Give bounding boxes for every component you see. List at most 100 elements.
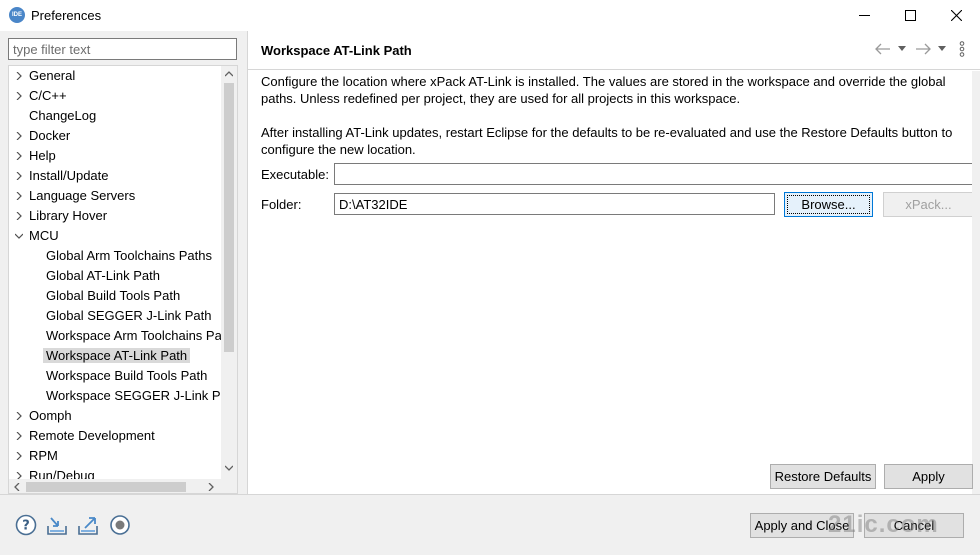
folder-label: Folder: xyxy=(261,197,302,212)
tree-item[interactable]: Workspace Arm Toolchains Pa xyxy=(46,326,222,346)
tree-vertical-scrollbar[interactable] xyxy=(221,66,237,479)
scrollbar-corner xyxy=(222,479,237,493)
tree-item[interactable]: General xyxy=(16,66,76,86)
tree-item-label: Workspace AT-Link Path xyxy=(43,348,191,363)
help-icon[interactable]: ? xyxy=(15,514,37,536)
bottom-separator xyxy=(0,494,980,495)
close-button[interactable] xyxy=(934,0,980,31)
forward-arrow-icon[interactable] xyxy=(915,43,931,55)
chevron-right-icon[interactable] xyxy=(15,172,23,180)
svg-text:?: ? xyxy=(22,519,30,534)
close-icon xyxy=(951,10,962,21)
tree-item-label: Global Arm Toolchains Paths xyxy=(46,248,212,263)
tree-item-label: Oomph xyxy=(29,408,72,423)
tree-item[interactable]: Workspace AT-Link Path xyxy=(43,346,191,366)
chevron-right-icon[interactable] xyxy=(15,132,23,140)
tree-item-label: C/C++ xyxy=(29,88,67,103)
vertical-dots-menu-icon[interactable] xyxy=(959,41,965,57)
tree-item[interactable]: Global Build Tools Path xyxy=(46,286,180,306)
tree-item-label: Global AT-Link Path xyxy=(46,268,160,283)
page-title: Workspace AT-Link Path xyxy=(261,43,412,58)
folder-field[interactable] xyxy=(334,193,775,215)
scroll-down-icon[interactable] xyxy=(225,465,233,471)
tree-item[interactable]: Run/Debug xyxy=(16,466,95,479)
tree-item-label: RPM xyxy=(29,448,58,463)
tree-item[interactable]: ChangeLog xyxy=(29,106,96,126)
chevron-right-icon[interactable] xyxy=(15,432,23,440)
tree-item[interactable]: Help xyxy=(16,146,56,166)
browse-button[interactable]: Browse... xyxy=(784,192,873,217)
chevron-right-icon[interactable] xyxy=(15,72,23,80)
tree-item-label: Global SEGGER J-Link Path xyxy=(46,308,212,323)
title-bar: IDE Preferences xyxy=(0,0,980,31)
maximize-icon xyxy=(905,10,916,21)
app-logo-icon: IDE xyxy=(9,7,25,23)
tree-item[interactable]: Workspace SEGGER J-Link Pat xyxy=(46,386,222,406)
tree-item[interactable]: Remote Development xyxy=(16,426,155,446)
scroll-up-icon[interactable] xyxy=(225,71,233,77)
apply-and-close-button[interactable]: Apply and Close xyxy=(750,513,854,538)
record-icon[interactable] xyxy=(109,514,131,536)
chevron-right-icon[interactable] xyxy=(15,152,23,160)
scroll-right-icon[interactable] xyxy=(208,483,214,491)
tree-item[interactable]: Global SEGGER J-Link Path xyxy=(46,306,211,326)
filter-input[interactable] xyxy=(8,38,237,60)
chevron-right-icon[interactable] xyxy=(15,212,23,220)
window-title: Preferences xyxy=(31,8,102,23)
scrollbar-thumb[interactable] xyxy=(26,482,186,492)
tree-item[interactable]: Install/Update xyxy=(16,166,109,186)
tree-item-label: MCU xyxy=(29,228,59,243)
tree-item[interactable]: Global Arm Toolchains Paths xyxy=(46,246,212,266)
tree-item[interactable]: Docker xyxy=(16,126,71,146)
apply-button[interactable]: Apply xyxy=(884,464,973,489)
tree-item[interactable]: Global AT-Link Path xyxy=(46,266,160,286)
chevron-right-icon[interactable] xyxy=(15,412,23,420)
tree-item-label: Workspace Build Tools Path xyxy=(46,368,208,383)
tree-horizontal-scrollbar[interactable] xyxy=(9,479,222,493)
maximize-button[interactable] xyxy=(888,0,934,31)
tree-item[interactable]: Oomph xyxy=(16,406,72,426)
tree-item[interactable]: C/C++ xyxy=(16,86,67,106)
minimize-button[interactable] xyxy=(842,0,888,31)
export-icon[interactable] xyxy=(77,514,99,536)
chevron-right-icon[interactable] xyxy=(15,472,23,479)
description-location: Configure the location where xPack AT-Li… xyxy=(261,74,946,106)
scrollbar-thumb[interactable] xyxy=(224,83,234,352)
tree-item-label: Language Servers xyxy=(29,188,136,203)
tree-item[interactable]: Language Servers xyxy=(16,186,136,206)
import-icon[interactable] xyxy=(46,514,68,536)
executable-field[interactable] xyxy=(334,163,974,185)
tree-item-label: Run/Debug xyxy=(29,468,95,479)
chevron-down-icon[interactable] xyxy=(15,232,23,240)
scroll-left-icon[interactable] xyxy=(14,483,20,491)
tree-item-label: Workspace SEGGER J-Link Pat xyxy=(46,388,222,403)
cancel-button[interactable]: Cancel xyxy=(864,513,964,538)
description-restart: After installing AT-Link updates, restar… xyxy=(261,125,953,157)
preferences-tree[interactable]: General C/C++ ChangeLog Docker Help Install/U… xyxy=(8,65,238,494)
tree-item-label: Docker xyxy=(29,128,71,143)
preference-page: Workspace AT-Link Path Configure the loc… xyxy=(247,31,980,494)
tree-item-label: General xyxy=(29,68,76,83)
tree-item[interactable]: RPM xyxy=(16,446,58,466)
tree-item-label: Workspace Arm Toolchains Pa xyxy=(46,328,222,343)
page-vertical-scrollbar[interactable] xyxy=(972,71,980,494)
minimize-icon xyxy=(859,15,870,16)
restore-defaults-button[interactable]: Restore Defaults xyxy=(770,464,876,489)
tree-item[interactable]: MCU xyxy=(15,226,59,246)
tree-list: General C/C++ ChangeLog Docker Help Install/U… xyxy=(9,66,222,479)
chevron-right-icon[interactable] xyxy=(15,192,23,200)
tree-item[interactable]: Workspace Build Tools Path xyxy=(46,366,207,386)
chevron-down-icon[interactable] xyxy=(938,46,946,52)
chevron-right-icon[interactable] xyxy=(15,92,23,100)
tree-item-label: ChangeLog xyxy=(29,108,97,123)
back-arrow-icon[interactable] xyxy=(875,43,891,55)
chevron-right-icon[interactable] xyxy=(15,452,23,460)
executable-label: Executable: xyxy=(261,167,329,182)
tree-item-label: Library Hover xyxy=(29,208,108,223)
chevron-down-icon[interactable] xyxy=(898,46,906,52)
tree-item[interactable]: Library Hover xyxy=(16,206,108,226)
browse-button-label: Browse... xyxy=(787,195,870,214)
tree-item-label: Install/Update xyxy=(29,168,109,183)
xpack-button[interactable]: xPack... xyxy=(883,192,974,217)
tree-item-label: Remote Development xyxy=(29,428,155,443)
